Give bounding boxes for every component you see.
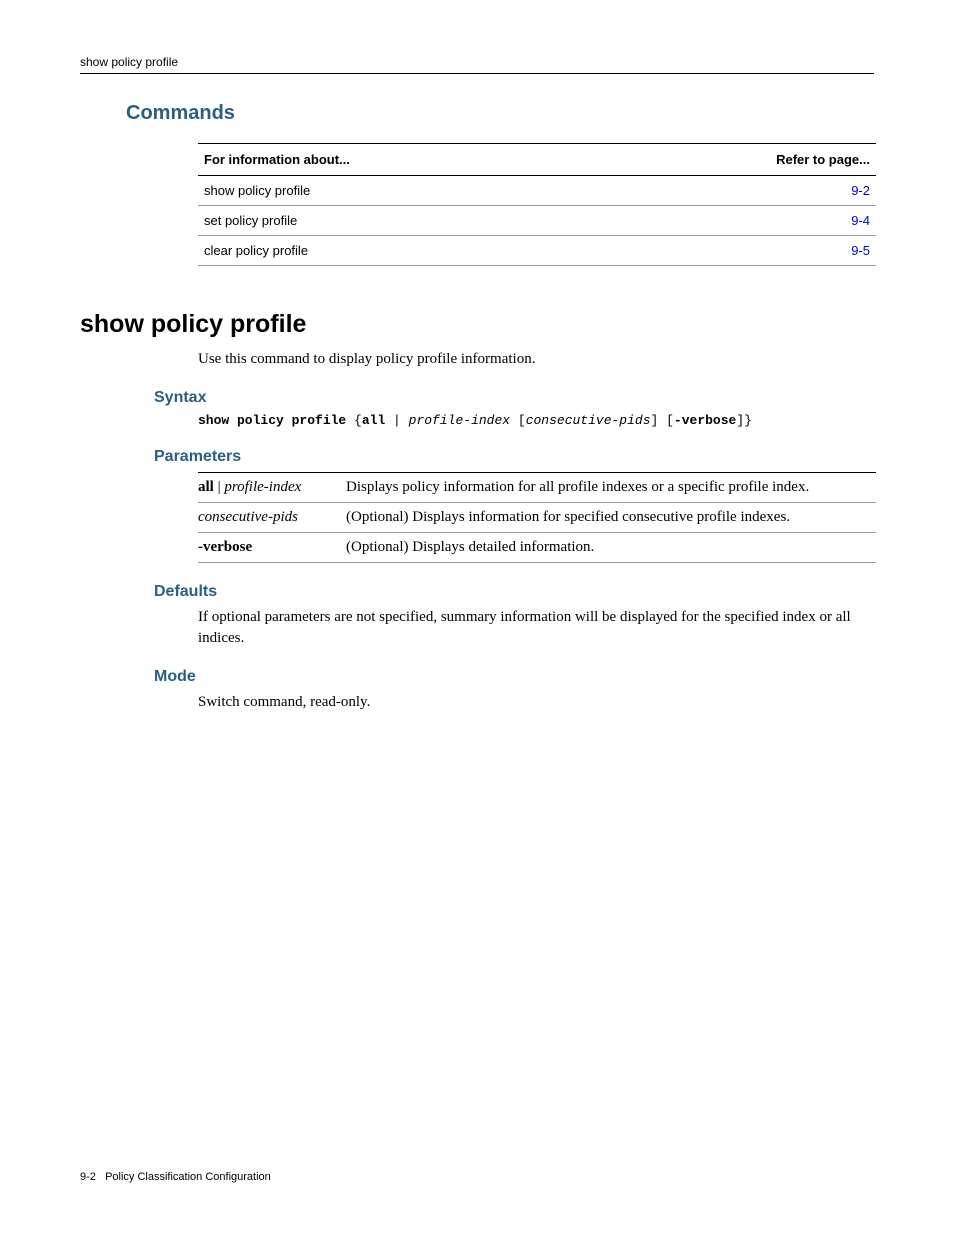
footer-page: 9-2 [80,1171,96,1183]
table-row: consecutive-pids (Optional) Displays inf… [198,503,876,533]
command-label: show policy profile [198,176,604,206]
syntax-lbrack: [ [510,413,526,428]
param-name-bold: -verbose [198,539,252,555]
page-link[interactable]: 9-2 [851,183,870,198]
syntax-heading: Syntax [154,389,874,407]
commands-table: For information about... Refer to page..… [198,143,876,266]
param-desc: (Optional) Displays detailed information… [346,533,876,563]
table-row: clear policy profile 9-5 [198,236,876,266]
syntax-cmd: show policy profile [198,413,346,428]
param-desc: Displays policy information for all prof… [346,473,876,503]
mode-heading: Mode [154,668,874,686]
syntax-verbose: -verbose [674,413,736,428]
defaults-text: If optional parameters are not specified… [198,607,874,648]
param-desc: (Optional) Displays information for spec… [346,503,876,533]
syntax-profile-index: profile-index [409,413,510,428]
syntax-all: all [362,413,385,428]
parameters-heading: Parameters [154,448,874,466]
param-name: consecutive-pids [198,503,346,533]
commands-th-info: For information about... [198,144,604,176]
commands-heading: Commands [126,102,874,125]
table-row: all | profile-index Displays policy info… [198,473,876,503]
footer-title: Policy Classification Configuration [105,1171,271,1183]
syntax-line: show policy profile {all | profile-index… [198,413,874,428]
syntax-mid: ] [ [651,413,674,428]
table-row: set policy profile 9-4 [198,206,876,236]
section-intro: Use this command to display policy profi… [198,349,874,369]
page-link[interactable]: 9-4 [851,213,870,228]
param-name: all | profile-index [198,473,346,503]
page-link[interactable]: 9-5 [851,243,870,258]
commands-th-page: Refer to page... [604,144,876,176]
page-footer: 9-2 Policy Classification Configuration [80,1171,271,1183]
table-row: show policy profile 9-2 [198,176,876,206]
mode-text: Switch command, read-only. [198,692,874,712]
syntax-consecutive: consecutive-pids [526,413,651,428]
syntax-brace-open: { [346,413,362,428]
param-name-bold: all [198,479,214,495]
syntax-end: ]} [736,413,752,428]
section-title: show policy profile [80,310,874,339]
command-label: clear policy profile [198,236,604,266]
table-row: -verbose (Optional) Displays detailed in… [198,533,876,563]
param-name-ital: profile-index [224,479,301,495]
running-header: show policy profile [80,55,874,74]
defaults-heading: Defaults [154,583,874,601]
param-name-sep: | [214,479,225,495]
parameters-table: all | profile-index Displays policy info… [198,472,876,563]
param-name: -verbose [198,533,346,563]
param-name-ital: consecutive-pids [198,509,298,525]
syntax-pipe: | [385,413,408,428]
command-label: set policy profile [198,206,604,236]
